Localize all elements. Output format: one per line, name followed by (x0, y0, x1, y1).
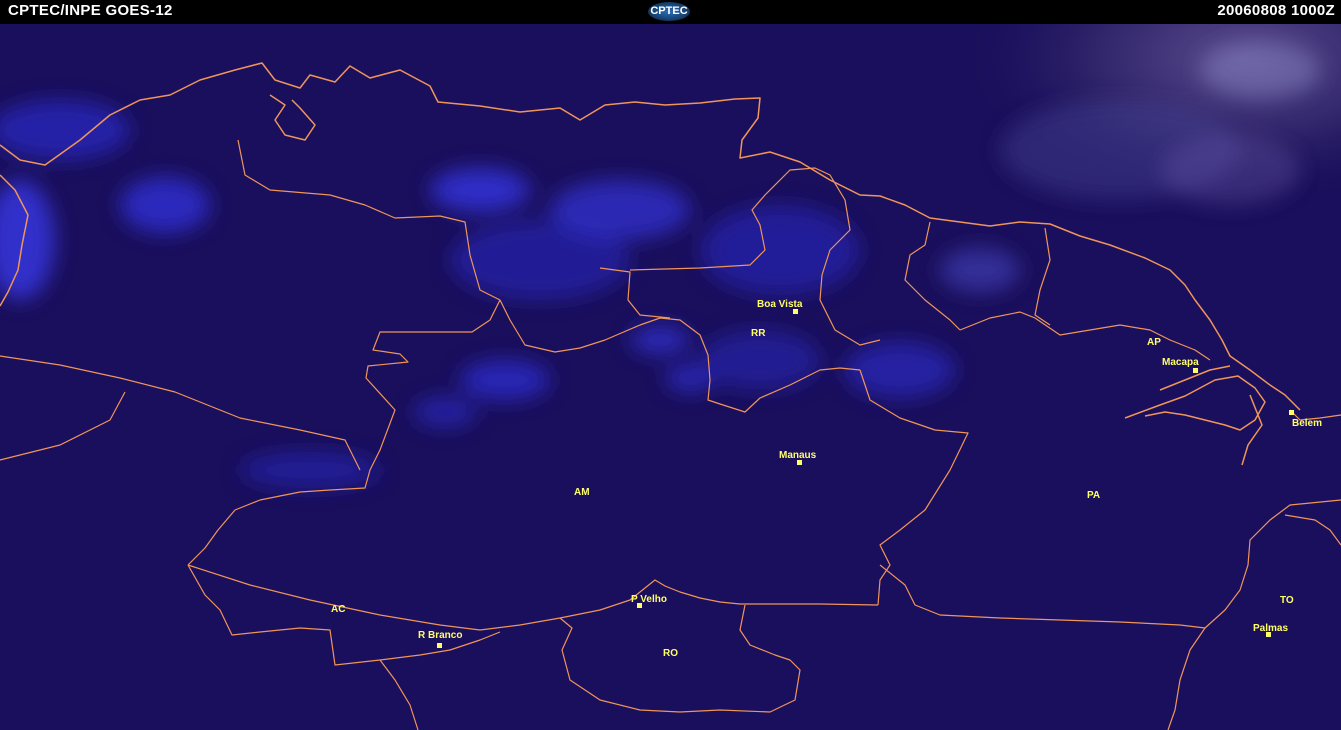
timestamp: 20060808 1000Z (1217, 2, 1335, 19)
source-title: CPTEC/INPE GOES-12 (8, 2, 173, 19)
state-label-am: AM (574, 487, 590, 498)
city-label-manaus: Manaus (779, 450, 817, 461)
square-marker-icon (1193, 368, 1198, 373)
city-label-macapa: Macapa (1162, 357, 1199, 368)
square-marker-icon (1289, 410, 1294, 415)
state-label-to: TO (1280, 595, 1294, 606)
city-label-belem: Belem (1292, 418, 1322, 429)
state-label-ac: AC (331, 604, 345, 615)
city-label-palmas: Palmas (1253, 623, 1288, 634)
state-label-ro: RO (663, 648, 678, 659)
state-label-ap: AP (1147, 337, 1161, 348)
square-marker-icon (437, 643, 442, 648)
state-label-rr: RR (751, 328, 766, 339)
city-label-boa-vista: Boa Vista (757, 299, 803, 310)
cptec-logo-icon: CPTEC (648, 2, 690, 21)
city-label-p-velho: P Velho (631, 594, 667, 605)
city-label-r-branco: R Branco (418, 630, 462, 641)
satellite-map: RR AP AM PA AC RO TO Boa Vista Macapa Be… (0, 24, 1341, 730)
state-label-pa: PA (1087, 490, 1100, 501)
image-header: CPTEC/INPE GOES-12 CPTEC 20060808 1000Z (0, 0, 1341, 24)
